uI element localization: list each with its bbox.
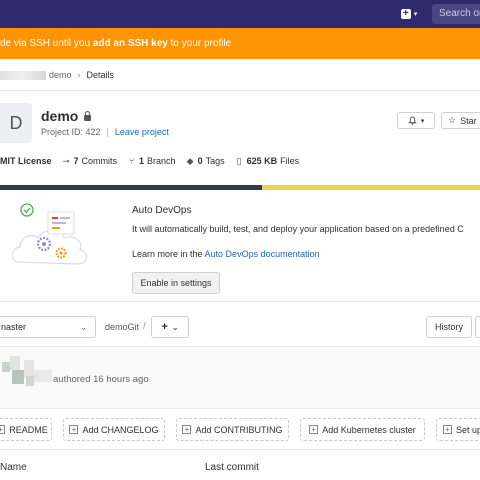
breadcrumb: demo › Details	[0, 68, 114, 82]
divider	[0, 301, 480, 302]
project-meta: Project ID: 422 | Leave project	[41, 127, 169, 137]
tags-count: 0	[197, 156, 203, 166]
add-changelog-label: Add CHANGELOG	[82, 424, 159, 435]
autodevops-learn-more: Learn more in the Auto DevOps documentat…	[132, 249, 320, 259]
notification-button[interactable]: ▾	[397, 112, 435, 129]
autodevops-description: It will automatically build, test, and d…	[132, 224, 464, 234]
project-id: Project ID: 422	[41, 127, 101, 137]
branch-selector[interactable]: naster ⌄	[0, 316, 96, 338]
path-separator: /	[143, 321, 146, 332]
divider	[0, 90, 480, 91]
star-label: Star	[460, 115, 477, 126]
plus-icon: +	[0, 425, 6, 434]
autodevops-title: Auto DevOps	[132, 205, 192, 216]
add-ssh-key-link[interactable]: add an SSH key	[93, 38, 168, 49]
plus-icon: +	[69, 425, 79, 434]
tag-icon: ◆	[186, 155, 194, 166]
license-link[interactable]: MIT License	[0, 156, 52, 166]
add-contributing-button[interactable]: + Add CONTRIBUTING	[176, 418, 289, 441]
readme-button[interactable]: + README	[0, 418, 52, 441]
commit-icon: ⊸	[62, 155, 70, 166]
repo-path-link[interactable]: demoGit	[105, 322, 139, 332]
project-name: demo	[41, 108, 79, 124]
project-stats: MIT License ⊸ 7 Commits ⑂ 1 Branch ◆ 0 T…	[0, 155, 309, 167]
commits-label: Commits	[81, 156, 118, 166]
new-menu-button[interactable]: + ▾	[395, 5, 423, 23]
plus-icon: +	[443, 425, 452, 434]
ssh-key-banner: de via SSH until you add an SSH key to y…	[0, 28, 480, 59]
column-header-name: Name	[0, 462, 27, 473]
files-label: Files	[280, 156, 300, 166]
column-header-last-commit: Last commit	[205, 462, 259, 473]
chevron-down-icon: ⌄	[171, 322, 179, 332]
plus-icon: +	[400, 9, 411, 19]
language-bar-segment	[0, 185, 262, 190]
add-kubernetes-label: Add Kubernetes cluster	[322, 424, 416, 435]
plus-icon: +	[309, 425, 319, 434]
language-bar-segment	[262, 185, 480, 190]
set-up-ci-button[interactable]: + Set up	[436, 418, 480, 441]
meta-divider: |	[106, 127, 109, 137]
commits-link[interactable]: ⊸ 7 Commits	[62, 155, 118, 166]
breadcrumb-project-link[interactable]: demo	[49, 70, 72, 80]
commits-count: 7	[73, 156, 79, 166]
add-changelog-button[interactable]: + Add CHANGELOG	[63, 418, 165, 441]
history-button[interactable]: History	[426, 316, 472, 338]
search-input[interactable]: Search or	[432, 4, 480, 24]
star-button[interactable]: ☆ Star	[441, 112, 480, 129]
blurred-avatar	[2, 356, 52, 386]
branch-name: naster	[1, 322, 27, 332]
leave-project-link[interactable]: Leave project	[115, 127, 169, 137]
bell-icon	[407, 116, 417, 125]
plus-icon: +	[182, 425, 192, 434]
find-file-button[interactable]	[475, 316, 480, 338]
chevron-down-icon: ▾	[420, 117, 425, 125]
branch-label: Branch	[147, 156, 176, 166]
tags-link[interactable]: ◆ 0 Tags	[186, 156, 225, 166]
add-kubernetes-cluster-button[interactable]: + Add Kubernetes cluster	[300, 418, 425, 441]
add-file-dropdown[interactable]: + ⌄	[151, 316, 189, 338]
branches-link[interactable]: ⑂ 1 Branch	[127, 156, 176, 166]
blurred-namespace	[0, 70, 46, 80]
set-up-label: Set up	[456, 424, 480, 435]
banner-text-prefix: de via SSH until you	[0, 38, 93, 49]
lock-icon	[84, 110, 92, 121]
project-avatar: D	[0, 103, 32, 143]
star-icon: ☆	[448, 115, 457, 125]
license-label: MIT License	[0, 156, 52, 166]
files-link[interactable]: ▯ 625 KB Files	[235, 156, 300, 166]
banner-text-suffix: to your profile	[167, 38, 232, 49]
autodevops-docs-link[interactable]: Auto DevOps documentation	[205, 249, 320, 259]
file-icon: ▯	[236, 155, 242, 166]
breadcrumb-separator: ›	[77, 70, 81, 80]
tags-label: Tags	[205, 156, 225, 166]
add-contributing-label: Add CONTRIBUTING	[195, 424, 283, 435]
readme-label: README	[9, 424, 48, 435]
learn-more-prefix: Learn more in the	[132, 249, 205, 259]
autodevops-illustration	[12, 203, 88, 265]
chevron-down-icon: ▾	[413, 11, 418, 18]
files-size: 625 KB	[246, 156, 278, 166]
branch-count: 1	[139, 156, 145, 166]
chevron-down-icon: ⌄	[80, 322, 87, 332]
divider	[0, 449, 480, 450]
plus-icon: +	[161, 321, 168, 333]
branch-icon: ⑂	[128, 155, 135, 166]
project-title: demo	[41, 108, 92, 124]
breadcrumb-current: Details	[86, 70, 115, 80]
enable-in-settings-button[interactable]: Enable in settings	[132, 272, 220, 294]
commit-authored-time: authored 16 hours ago	[53, 374, 149, 385]
